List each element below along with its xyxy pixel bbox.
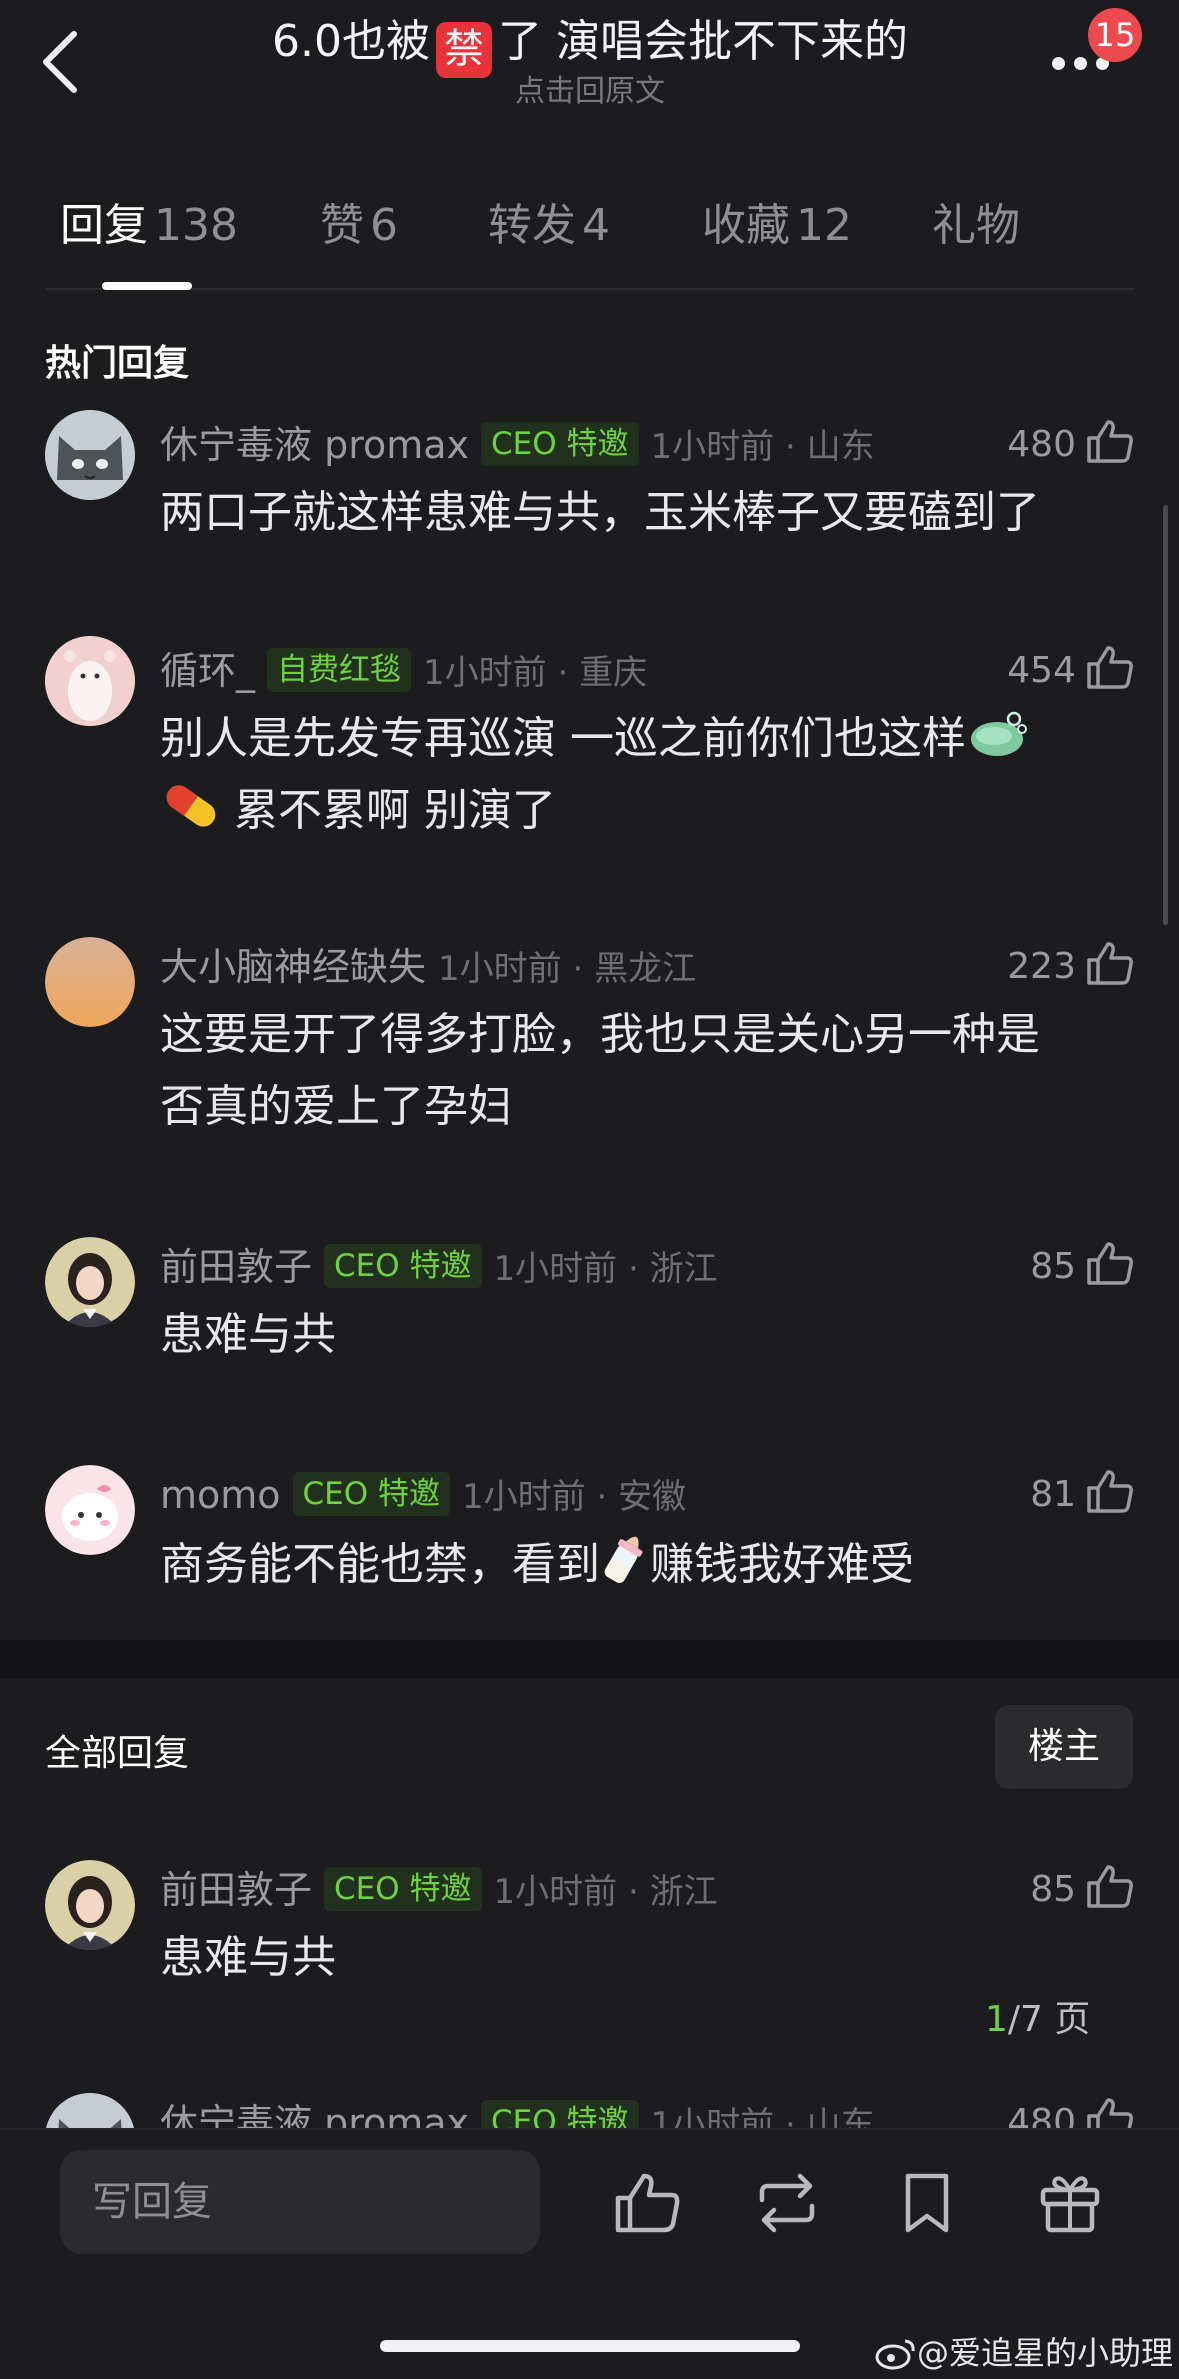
timestamp-location: 1小时前 · 黑龙江 (438, 949, 697, 989)
like-count: 81 (1030, 1474, 1076, 1515)
comment-text: 商务能不能也禁，看到 赚钱我好难受 (160, 1527, 1120, 1601)
hot-replies-title: 热门回复 (45, 343, 190, 384)
like-count: 454 (1007, 650, 1076, 691)
ban-badge: 禁 (435, 22, 492, 78)
comment-meta: 大小脑神经缺失 1小时前 · 黑龙江 (160, 937, 696, 997)
user-tag: CEO 特邀 (324, 1867, 482, 1911)
soap-emoji (971, 711, 1027, 756)
like-button[interactable]: 480 (1007, 415, 1134, 475)
tab-divider (45, 288, 1135, 290)
post-header[interactable]: 6.0也被禁了 演唱会批不下来的 点击回原文 (180, 10, 1000, 112)
like-count: 85 (1030, 1869, 1076, 1910)
more-dot (1074, 57, 1087, 70)
comment-meta: 前田敦子 CEO 特邀 1小时前 · 浙江 (160, 1237, 718, 1297)
like-button[interactable]: 81 (1030, 1465, 1134, 1525)
bookmark-icon (905, 2173, 949, 2233)
username[interactable]: momo (160, 1473, 281, 1517)
tab-gifts[interactable]: 礼物 (932, 196, 1020, 256)
page-indicator[interactable]: 1/7 页 (985, 1990, 1090, 2042)
op-filter-button[interactable]: 楼主 (995, 1705, 1133, 1789)
username[interactable]: 前田敦子 (160, 1868, 312, 1912)
timestamp-location: 1小时前 · 浙江 (493, 1872, 718, 1912)
comment-text: 这要是开了得多打脸，我也只是关心另一种是 否真的爱上了孕妇 (160, 1009, 1040, 1132)
tab-replies[interactable]: 回复 138 (60, 196, 238, 256)
username[interactable]: 前田敦子 (160, 1245, 312, 1289)
like-count: 85 (1030, 1246, 1076, 1287)
comment-text: 患难与共 (160, 1932, 336, 1983)
gift-icon (1040, 2176, 1100, 2233)
thumbs-up-icon (1087, 942, 1133, 985)
like-button[interactable]: 85 (1030, 1237, 1134, 1297)
repost-icon (759, 2173, 815, 2233)
repost-button[interactable] (752, 2168, 822, 2238)
avatar[interactable] (45, 410, 135, 500)
all-replies-title: 全部回复 (45, 1733, 190, 1774)
notification-badge: 15 (1088, 8, 1142, 62)
scrollbar[interactable] (1163, 505, 1168, 925)
tab-likes[interactable]: 赞6 (320, 196, 398, 256)
user-tag: CEO 特邀 (292, 1472, 451, 1516)
tab-reposts[interactable]: 转发 4 (488, 196, 610, 256)
tab-favorites[interactable]: 收藏 12 (702, 196, 852, 256)
username[interactable]: 休宁毒液 promax (160, 423, 469, 467)
weibo-logo-icon (875, 2339, 915, 2370)
bear-avatar-image (45, 636, 135, 726)
user-tag: 自费红毯 (267, 648, 412, 692)
thumbs-up-icon (1087, 1242, 1133, 1285)
baby-bottle-emoji (604, 1536, 643, 1583)
timestamp-location: 1小时前 · 浙江 (493, 1249, 718, 1289)
active-tab-indicator (102, 282, 192, 290)
user-tag: CEO 特邀 (324, 1244, 482, 1288)
more-dot (1052, 57, 1065, 70)
thumbs-up-icon (1087, 1865, 1133, 1908)
comment-meta: 循环_ 自费红毯 1小时前 · 重庆 (160, 641, 647, 701)
back-to-post-link[interactable]: 点击回原文 (180, 72, 1000, 112)
girl-avatar-image (45, 1237, 135, 1327)
comment-meta: 前田敦子 CEO 特邀 1小时前 · 浙江 (160, 1860, 718, 1920)
like-post-button[interactable] (612, 2168, 682, 2238)
comment-text: 两口子就这样患难与共，玉米棒子又要磕到了 (160, 487, 1040, 538)
girl-avatar-image (45, 1860, 135, 1950)
cat-avatar-image (45, 410, 135, 500)
like-button[interactable]: 223 (1007, 937, 1134, 997)
comment-text: 患难与共 (160, 1309, 336, 1360)
avatar[interactable] (45, 937, 135, 1027)
timestamp-location: 1小时前 · 重庆 (423, 653, 648, 693)
home-indicator[interactable] (380, 2340, 800, 2352)
pink-blob-avatar-image (45, 1465, 135, 1555)
avatar[interactable] (45, 1465, 135, 1555)
back-button[interactable] (28, 22, 98, 102)
section-separator (0, 1640, 1179, 1678)
thumbs-up-icon (1087, 1470, 1133, 1513)
like-count: 480 (1007, 424, 1076, 465)
timestamp-location: 1小时前 · 安徽 (462, 1477, 687, 1517)
avatar[interactable] (45, 1237, 135, 1327)
thumbs-up-icon (1087, 420, 1133, 463)
chevron-left-icon (43, 31, 77, 93)
user-tag: CEO 特邀 (481, 422, 639, 466)
comment-meta: momo CEO 特邀 1小时前 · 安徽 (160, 1465, 686, 1525)
avatar[interactable] (45, 1860, 135, 1950)
reply-input[interactable]: 写回复 (60, 2150, 540, 2254)
like-button[interactable]: 454 (1007, 641, 1134, 701)
thumbs-up-icon (615, 2173, 680, 2233)
like-button[interactable]: 85 (1030, 1860, 1134, 1920)
favorite-button[interactable] (892, 2168, 962, 2238)
username[interactable]: 大小脑神经缺失 (160, 945, 426, 989)
like-count: 223 (1007, 946, 1076, 987)
avatar[interactable] (45, 636, 135, 726)
username[interactable]: 循环_ (160, 649, 255, 693)
post-title: 6.0也被禁了 演唱会批不下来的 (180, 10, 1000, 78)
watermark: @爱追星的小助理 (875, 2328, 1173, 2374)
thumbs-up-icon (1087, 646, 1133, 689)
gift-button[interactable] (1035, 2168, 1105, 2238)
pill-emoji (166, 785, 216, 827)
sunset-avatar-image (45, 937, 135, 1027)
comment-meta: 休宁毒液 promax CEO 特邀 1小时前 · 山东 (160, 415, 875, 475)
timestamp-location: 1小时前 · 山东 (650, 427, 875, 467)
comment-text: 别人是先发专再巡演 一巡之前你们也这样 累不累啊 别演了 (160, 703, 1120, 847)
